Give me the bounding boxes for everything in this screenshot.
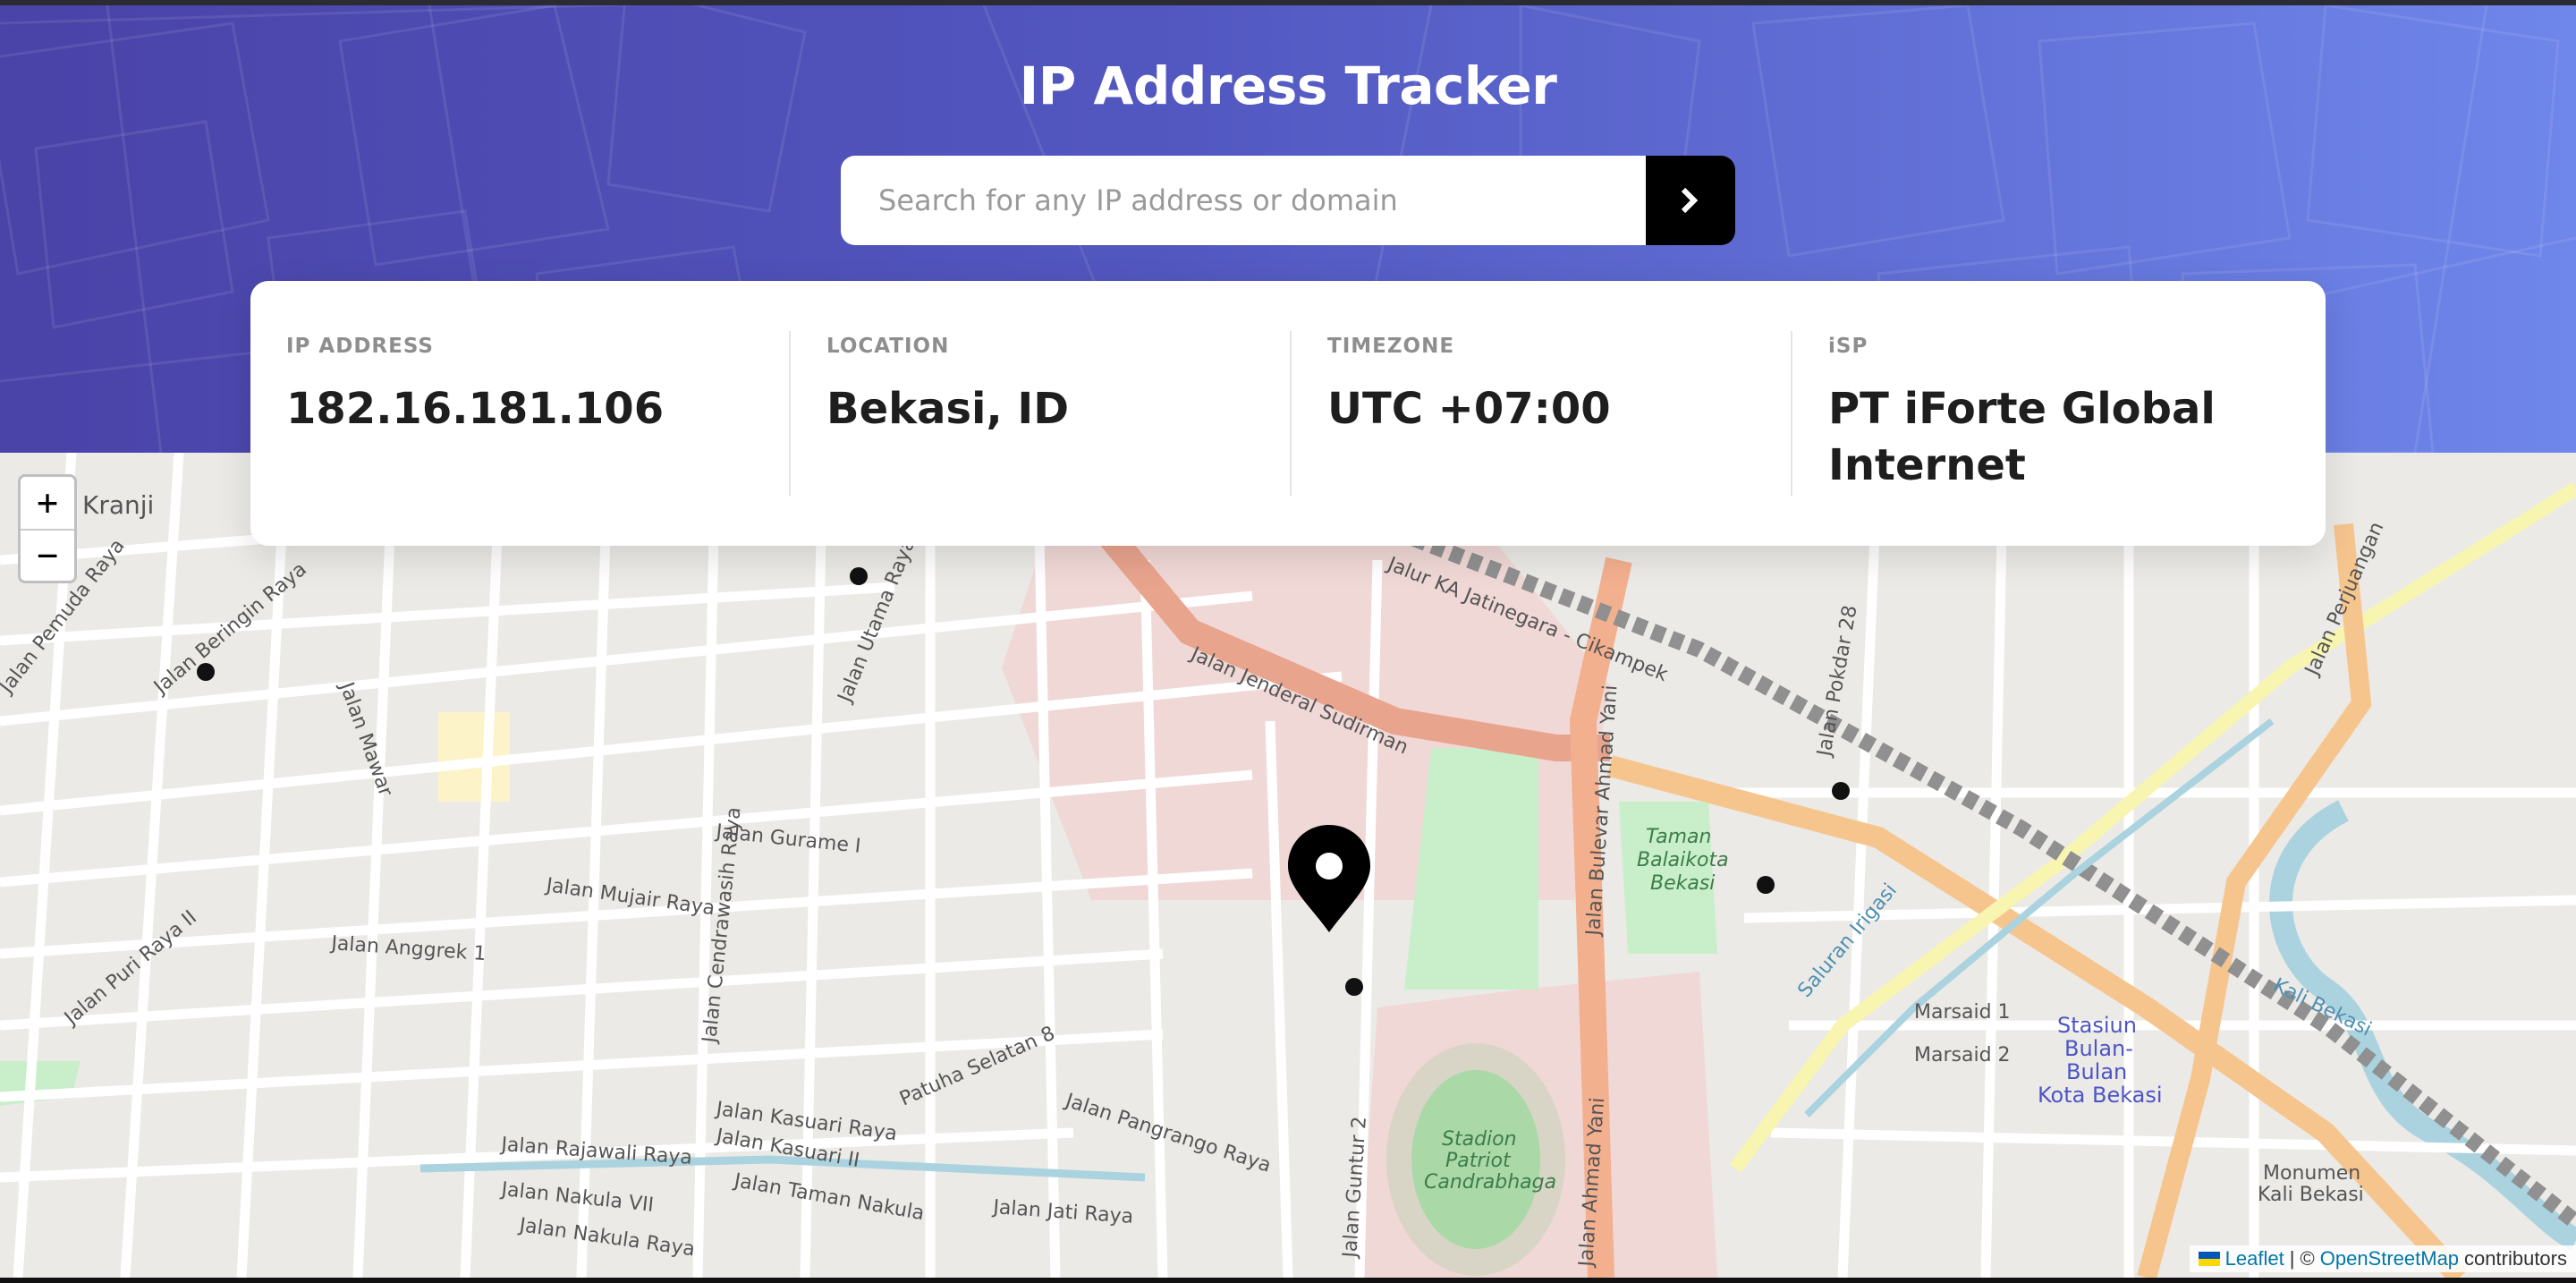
map[interactable]: Kranji Jalan Jenderal Sudirman Jalan Bul… bbox=[0, 453, 2576, 1278]
street-label: Marsaid 1 bbox=[1914, 1001, 2011, 1024]
mosque-icon bbox=[1757, 876, 1775, 894]
attribution-separator: | © bbox=[2289, 1247, 2315, 1270]
poi-label: Kali Bekasi bbox=[2258, 1184, 2364, 1206]
timezone-label: TIMEZONE bbox=[1327, 335, 1455, 358]
station-label: Kota Bekasi bbox=[2038, 1083, 2163, 1108]
attribution-contributors: contributors bbox=[2464, 1247, 2567, 1270]
timezone-value: UTC +07:00 bbox=[1327, 384, 1611, 434]
park-label: Bekasi bbox=[1650, 872, 1715, 895]
poi-label: Monumen bbox=[2263, 1162, 2360, 1185]
park-label: Taman bbox=[1646, 826, 1711, 848]
stadium-label: Stadion bbox=[1442, 1128, 1517, 1151]
place-label: Kranji bbox=[82, 490, 154, 520]
window-bottom-edge bbox=[0, 1278, 2576, 1283]
station-label: Bulan bbox=[2066, 1059, 2127, 1084]
zoom-out-button[interactable]: − bbox=[21, 529, 74, 581]
zoom-control: + − bbox=[18, 474, 77, 583]
zoom-in-button[interactable]: + bbox=[21, 477, 74, 529]
search-submit-button[interactable] bbox=[1646, 156, 1735, 245]
search-input[interactable] bbox=[841, 156, 1646, 245]
page-title: IP Address Tracker bbox=[1019, 55, 1557, 116]
stadium-label: Patriot bbox=[1445, 1150, 1512, 1172]
map-tiles: Kranji Jalan Jenderal Sudirman Jalan Bul… bbox=[0, 453, 2576, 1278]
stadium-label: Candrabhaga bbox=[1424, 1171, 1556, 1194]
timezone-panel: TIMEZONE UTC +07:00 bbox=[1290, 331, 1791, 496]
leaflet-link[interactable]: Leaflet bbox=[2225, 1247, 2284, 1270]
location-panel: LOCATION Bekasi, ID bbox=[789, 331, 1290, 496]
openstreetmap-link[interactable]: OpenStreetMap bbox=[2320, 1247, 2459, 1270]
location-label: LOCATION bbox=[826, 335, 950, 358]
ukraine-flag-icon bbox=[2198, 1252, 2220, 1266]
isp-value: PT iForte Global Internet bbox=[1828, 384, 2216, 490]
isp-label: iSP bbox=[1828, 335, 1868, 358]
station-label: Stasiun bbox=[2057, 1013, 2137, 1038]
map-attribution: Leaflet | © OpenStreetMap contributors bbox=[2189, 1245, 2576, 1272]
park-label: Balaikota bbox=[1637, 849, 1729, 871]
station-label: Bulan- bbox=[2064, 1036, 2133, 1061]
isp-panel: iSP PT iForte Global Internet bbox=[1791, 331, 2326, 496]
ip-info-card: IP ADDRESS 182.16.181.106 LOCATION Bekas… bbox=[250, 281, 2326, 546]
location-value: Bekasi, ID bbox=[826, 384, 1070, 434]
ip-address-panel: IP ADDRESS 182.16.181.106 bbox=[250, 331, 789, 496]
ip-address-label: IP ADDRESS bbox=[286, 335, 434, 358]
chevron-right-icon bbox=[1681, 188, 1699, 213]
mosque-icon bbox=[197, 663, 215, 681]
ip-address-value: 182.16.181.106 bbox=[286, 384, 665, 434]
mosque-icon bbox=[1345, 978, 1363, 996]
street-label: Marsaid 2 bbox=[1914, 1044, 2011, 1066]
mosque-icon bbox=[850, 567, 868, 585]
search-form bbox=[841, 156, 1735, 245]
mosque-icon bbox=[1832, 782, 1850, 800]
